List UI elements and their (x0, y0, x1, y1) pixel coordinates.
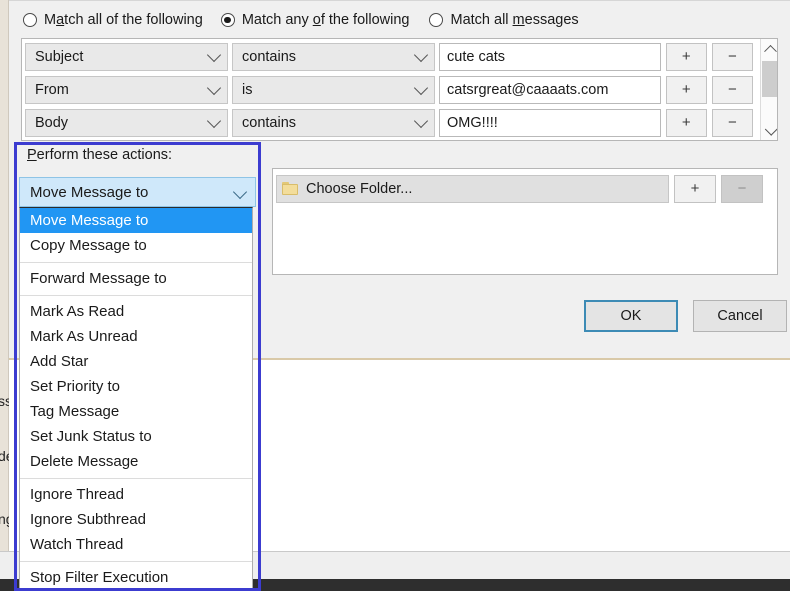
accelerator-char: a (56, 12, 65, 28)
screen: ssa der ngs teg Match all of the followi… (0, 0, 790, 591)
criteria-row: Subject contains cute cats + − (23, 40, 760, 73)
dropdown-option-ignore-thread[interactable]: Ignore Thread (20, 482, 252, 507)
criteria-operator-select[interactable]: contains (232, 108, 436, 137)
background-fragment: ssa (0, 393, 9, 409)
scrollbar-thumb[interactable] (762, 61, 777, 97)
criteria-operator-select[interactable]: contains (232, 42, 436, 71)
choose-folder-select[interactable]: Choose Folder... (276, 174, 669, 203)
action-type-dropdown: Move Message to Move Message to Copy Mes… (19, 146, 256, 591)
dropdown-option-add-star[interactable]: Add Star (20, 349, 252, 374)
radio-label: Match all of the following (44, 12, 203, 28)
cancel-button[interactable]: Cancel (693, 300, 787, 332)
scroll-up-button[interactable] (761, 39, 777, 58)
criteria-operator-value: contains (242, 48, 297, 65)
background-fragment: der (0, 448, 9, 464)
criteria-field-value: From (35, 81, 69, 98)
chevron-down-icon (206, 113, 222, 128)
chevron-up-icon (763, 44, 777, 58)
choose-folder-value: Choose Folder... (306, 180, 413, 197)
background-text-fragments: ssa der ngs teg (0, 0, 9, 591)
menu-separator (20, 561, 252, 562)
action-type-select[interactable]: Move Message to (19, 177, 256, 207)
criteria-operator-select[interactable]: is (232, 75, 436, 104)
criteria-operator-value: is (242, 81, 253, 98)
action-row: Choose Folder... + − (273, 169, 777, 205)
match-all-messages-radio[interactable]: Match all messages (429, 12, 579, 28)
dialog-top-edge (9, 0, 790, 3)
radio-label: Match all messages (450, 12, 579, 28)
accelerator-char: o (312, 12, 321, 28)
chevron-down-icon (413, 80, 429, 95)
dropdown-option-set-junk-status-to[interactable]: Set Junk Status to (20, 424, 252, 449)
chevron-down-icon (413, 47, 429, 62)
dropdown-option-move-message-to[interactable]: Move Message to (20, 208, 252, 233)
chevron-down-icon (206, 47, 222, 62)
chevron-down-icon (232, 184, 248, 200)
chevron-down-icon (206, 80, 222, 95)
action-type-value: Move Message to (30, 183, 149, 201)
criteria-scrollbar[interactable] (760, 39, 777, 140)
chevron-down-icon (764, 122, 777, 136)
dropdown-option-stop-filter-execution[interactable]: Stop Filter Execution (20, 565, 252, 590)
criteria-operator-value: contains (242, 114, 297, 131)
dropdown-option-set-priority-to[interactable]: Set Priority to (20, 374, 252, 399)
menu-separator (20, 295, 252, 296)
criteria-field-select[interactable]: From (25, 75, 229, 104)
dropdown-option-copy-message-to[interactable]: Copy Message to (20, 233, 252, 258)
add-action-button[interactable]: + (674, 174, 716, 203)
criteria-value-input[interactable]: OMG!!!! (439, 108, 661, 137)
scroll-down-button[interactable] (761, 122, 777, 140)
match-mode-radio-group: Match all of the following Match any of … (9, 6, 790, 34)
dropdown-option-mark-as-unread[interactable]: Mark As Unread (20, 324, 252, 349)
match-any-of-the-following-radio[interactable]: Match any of the following (220, 12, 410, 28)
chevron-down-icon (413, 113, 429, 128)
remove-criteria-button[interactable]: − (711, 42, 753, 71)
add-criteria-button[interactable]: + (665, 75, 707, 104)
menu-separator (20, 478, 252, 479)
remove-action-button: − (721, 174, 763, 203)
remove-criteria-button[interactable]: − (711, 75, 753, 104)
add-criteria-button[interactable]: + (665, 108, 707, 137)
criteria-value-input[interactable]: catsrgreat@caaaats.com (439, 75, 661, 104)
radio-label: Match any of the following (241, 12, 410, 28)
criteria-field-select[interactable]: Subject (25, 42, 229, 71)
criteria-rows: Subject contains cute cats + − From is c… (22, 39, 760, 140)
radio-indicator (429, 13, 444, 27)
dropdown-option-watch-thread[interactable]: Watch Thread (20, 532, 252, 557)
criteria-field-value: Body (35, 114, 69, 131)
criteria-row: Body contains OMG!!!! + − (23, 106, 760, 139)
dropdown-option-forward-message-to[interactable]: Forward Message to (20, 266, 252, 291)
dropdown-option-ignore-subthread[interactable]: Ignore Subthread (20, 507, 252, 532)
accelerator-char: m (512, 12, 525, 28)
dropdown-option-delete-message[interactable]: Delete Message (20, 449, 252, 474)
dropdown-option-tag-message[interactable]: Tag Message (20, 399, 252, 424)
criteria-row: From is catsrgreat@caaaats.com + − (23, 73, 760, 106)
radio-indicator-selected (220, 13, 235, 27)
add-criteria-button[interactable]: + (665, 42, 707, 71)
match-all-of-the-following-radio[interactable]: Match all of the following (23, 12, 203, 28)
actions-list: Choose Folder... + − (272, 168, 778, 275)
criteria-field-value: Subject (35, 48, 84, 65)
remove-criteria-button[interactable]: − (711, 108, 753, 137)
folder-icon (282, 182, 298, 195)
radio-indicator (23, 13, 37, 27)
ok-button[interactable]: OK (584, 300, 678, 332)
dropdown-option-mark-as-read[interactable]: Mark As Read (20, 299, 252, 324)
criteria-field-select[interactable]: Body (25, 108, 229, 137)
action-type-option-list: Move Message to Copy Message to Forward … (19, 207, 253, 591)
menu-separator (20, 262, 252, 263)
background-fragment: ngs (0, 511, 9, 527)
search-criteria-list: Subject contains cute cats + − From is c… (21, 38, 778, 141)
criteria-value-input[interactable]: cute cats (439, 42, 661, 71)
